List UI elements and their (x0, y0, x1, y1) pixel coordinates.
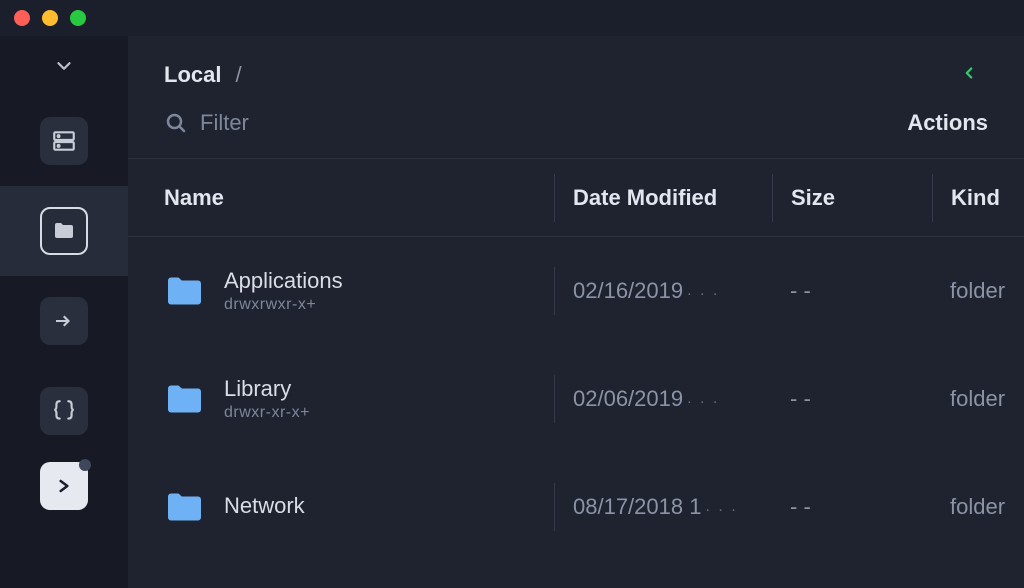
file-date-modified: 02/16/2019 (573, 278, 683, 304)
file-date-modified: 08/17/2018 1 (573, 494, 701, 520)
column-header-size[interactable]: Size (772, 174, 932, 222)
window-titlebar (0, 0, 1024, 36)
minimize-window-button[interactable] (42, 10, 58, 26)
file-permissions: drwxrwxr-x+ (224, 296, 343, 314)
file-kind: folder (932, 494, 1005, 520)
file-browser-panel: Local / Actions Name Date Modified Size … (128, 36, 1024, 588)
folder-icon (164, 492, 202, 522)
table-row[interactable]: Network 08/17/2018 1. . . - - folder (128, 453, 1024, 561)
sidebar-item-files[interactable] (0, 186, 128, 276)
sidebar-item-servers[interactable] (0, 96, 128, 186)
breadcrumb[interactable]: Local / (164, 62, 242, 88)
breadcrumb-separator: / (235, 62, 241, 88)
sidebar-item-code[interactable] (0, 366, 128, 456)
chevron-left-icon (960, 64, 978, 82)
server-icon (51, 128, 77, 154)
breadcrumb-location: Local (164, 62, 221, 88)
sidebar-dropdown-toggle[interactable] (42, 44, 86, 88)
search-icon (164, 111, 188, 135)
arrow-right-icon (52, 309, 76, 333)
table-header: Name Date Modified Size Kind (128, 159, 1024, 237)
folder-icon (164, 276, 202, 306)
truncation-ellipsis: . . . (705, 498, 737, 516)
file-name: Library (224, 376, 310, 402)
file-permissions: drwxr-xr-x+ (224, 404, 310, 422)
maximize-window-button[interactable] (70, 10, 86, 26)
actions-menu-button[interactable]: Actions (907, 110, 988, 136)
file-date-modified: 02/06/2019 (573, 386, 683, 412)
file-list: Applications drwxrwxr-x+ 02/16/2019. . .… (128, 237, 1024, 561)
file-name: Network (224, 493, 305, 519)
chevron-down-icon (53, 55, 75, 77)
file-size: - - (772, 278, 932, 304)
collapse-panel-button[interactable] (950, 56, 988, 94)
sidebar-item-terminal[interactable] (0, 456, 128, 516)
file-kind: folder (932, 278, 1005, 304)
file-size: - - (772, 386, 932, 412)
braces-icon (51, 398, 77, 424)
file-size: - - (772, 494, 932, 520)
truncation-ellipsis: . . . (687, 390, 719, 408)
column-header-date-modified[interactable]: Date Modified (554, 174, 772, 222)
folder-icon (164, 384, 202, 414)
notification-dot (79, 459, 91, 471)
column-header-name[interactable]: Name (164, 185, 554, 211)
table-row[interactable]: Applications drwxrwxr-x+ 02/16/2019. . .… (128, 237, 1024, 345)
close-window-button[interactable] (14, 10, 30, 26)
folder-icon (52, 219, 76, 243)
sidebar-item-transfers[interactable] (0, 276, 128, 366)
sidebar (0, 36, 128, 588)
truncation-ellipsis: . . . (687, 282, 719, 300)
prompt-icon (54, 476, 74, 496)
filter-input[interactable] (200, 110, 500, 136)
file-kind: folder (932, 386, 1005, 412)
table-row[interactable]: Library drwxr-xr-x+ 02/06/2019. . . - - … (128, 345, 1024, 453)
column-header-kind[interactable]: Kind (932, 174, 1004, 222)
filter-box[interactable] (164, 110, 500, 136)
file-name: Applications (224, 268, 343, 294)
